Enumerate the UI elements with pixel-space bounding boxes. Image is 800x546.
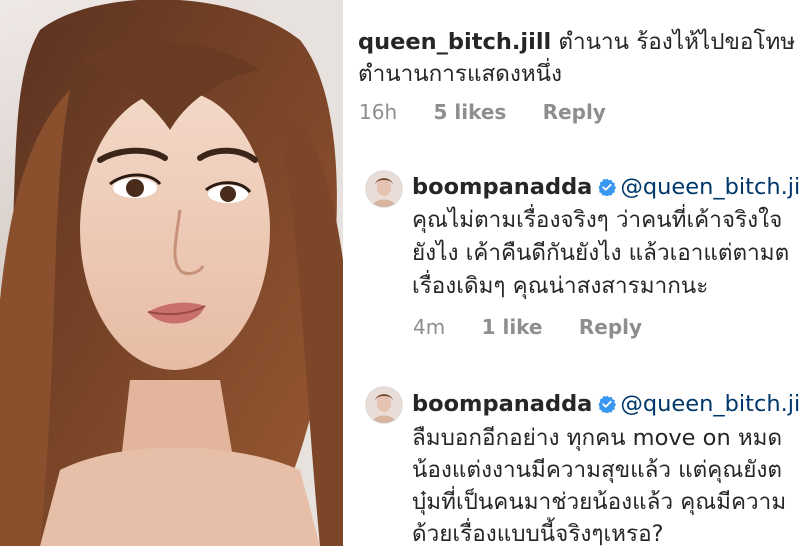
comment-text-line: ยังไง เค้าคืนดีกันยังไง แล้วเอาแต่ตามต bbox=[412, 240, 790, 266]
comment-text-line: ด้วยเรื่องแบบนี้จริงๆเหรอ? bbox=[412, 521, 664, 546]
comment-mention-link[interactable]: @queen_bitch.ji bbox=[620, 174, 800, 200]
portrait-photo bbox=[0, 0, 343, 546]
verified-badge-icon bbox=[598, 395, 617, 413]
comment-username[interactable]: boompanadda bbox=[412, 391, 592, 417]
avatar-image bbox=[366, 171, 402, 207]
verified-badge-icon bbox=[598, 178, 617, 196]
comment-time: 16h bbox=[359, 100, 398, 124]
comment-text-line: boompanadda @queen_bitch.ji bbox=[412, 389, 800, 419]
avatar[interactable] bbox=[365, 170, 403, 208]
comment-time: 4m bbox=[413, 315, 446, 339]
comment-meta: 16h 5 likes Reply bbox=[359, 99, 636, 125]
comment-text-line: บุ๋มที่เป็นคนมาช่วยน้องแล้ว คุณมีความ bbox=[412, 489, 787, 515]
portrait-illustration bbox=[0, 0, 343, 546]
comment-mention-link[interactable]: @queen_bitch.ji bbox=[620, 391, 800, 417]
comment-thread: queen_bitch.jill ตำนาน ร้องไห้ไปขอโทษ ตำ… bbox=[343, 0, 800, 546]
comment-meta: 4m 1 like Reply bbox=[413, 314, 672, 340]
comment-text-line: boompanadda @queen_bitch.ji bbox=[412, 172, 800, 202]
comment-likes[interactable]: 5 likes bbox=[433, 100, 506, 124]
comment-likes[interactable]: 1 like bbox=[482, 315, 543, 339]
comment-text-line: เรื่องเดิมๆ คุณน่าสงสารมากนะ bbox=[412, 273, 709, 299]
comment-text-line: คุณไม่ตามเรื่องจริงๆ ว่าคนที่เค้าจริงใจ bbox=[412, 207, 783, 233]
reply-button[interactable]: Reply bbox=[543, 100, 606, 124]
comment-username[interactable]: queen_bitch.jill bbox=[358, 29, 551, 55]
reply-button[interactable]: Reply bbox=[579, 315, 642, 339]
comment-text: ตำนาน ร้องไห้ไปขอโทษ bbox=[558, 29, 796, 55]
comment-text-line: queen_bitch.jill ตำนาน ร้องไห้ไปขอโทษ bbox=[358, 27, 795, 57]
comment-username[interactable]: boompanadda bbox=[412, 174, 592, 200]
avatar[interactable] bbox=[365, 386, 403, 424]
comment-text-line: น้องแต่งงานมีความสุขแล้ว แต่คุณยังต bbox=[412, 457, 782, 483]
comment-text-line: ตำนานการแสดงหนึ่ง bbox=[358, 61, 563, 87]
comment-text-line: ลืมบอกอีกอย่าง ทุกคน move on หมด bbox=[412, 425, 783, 451]
avatar-image bbox=[366, 387, 402, 423]
